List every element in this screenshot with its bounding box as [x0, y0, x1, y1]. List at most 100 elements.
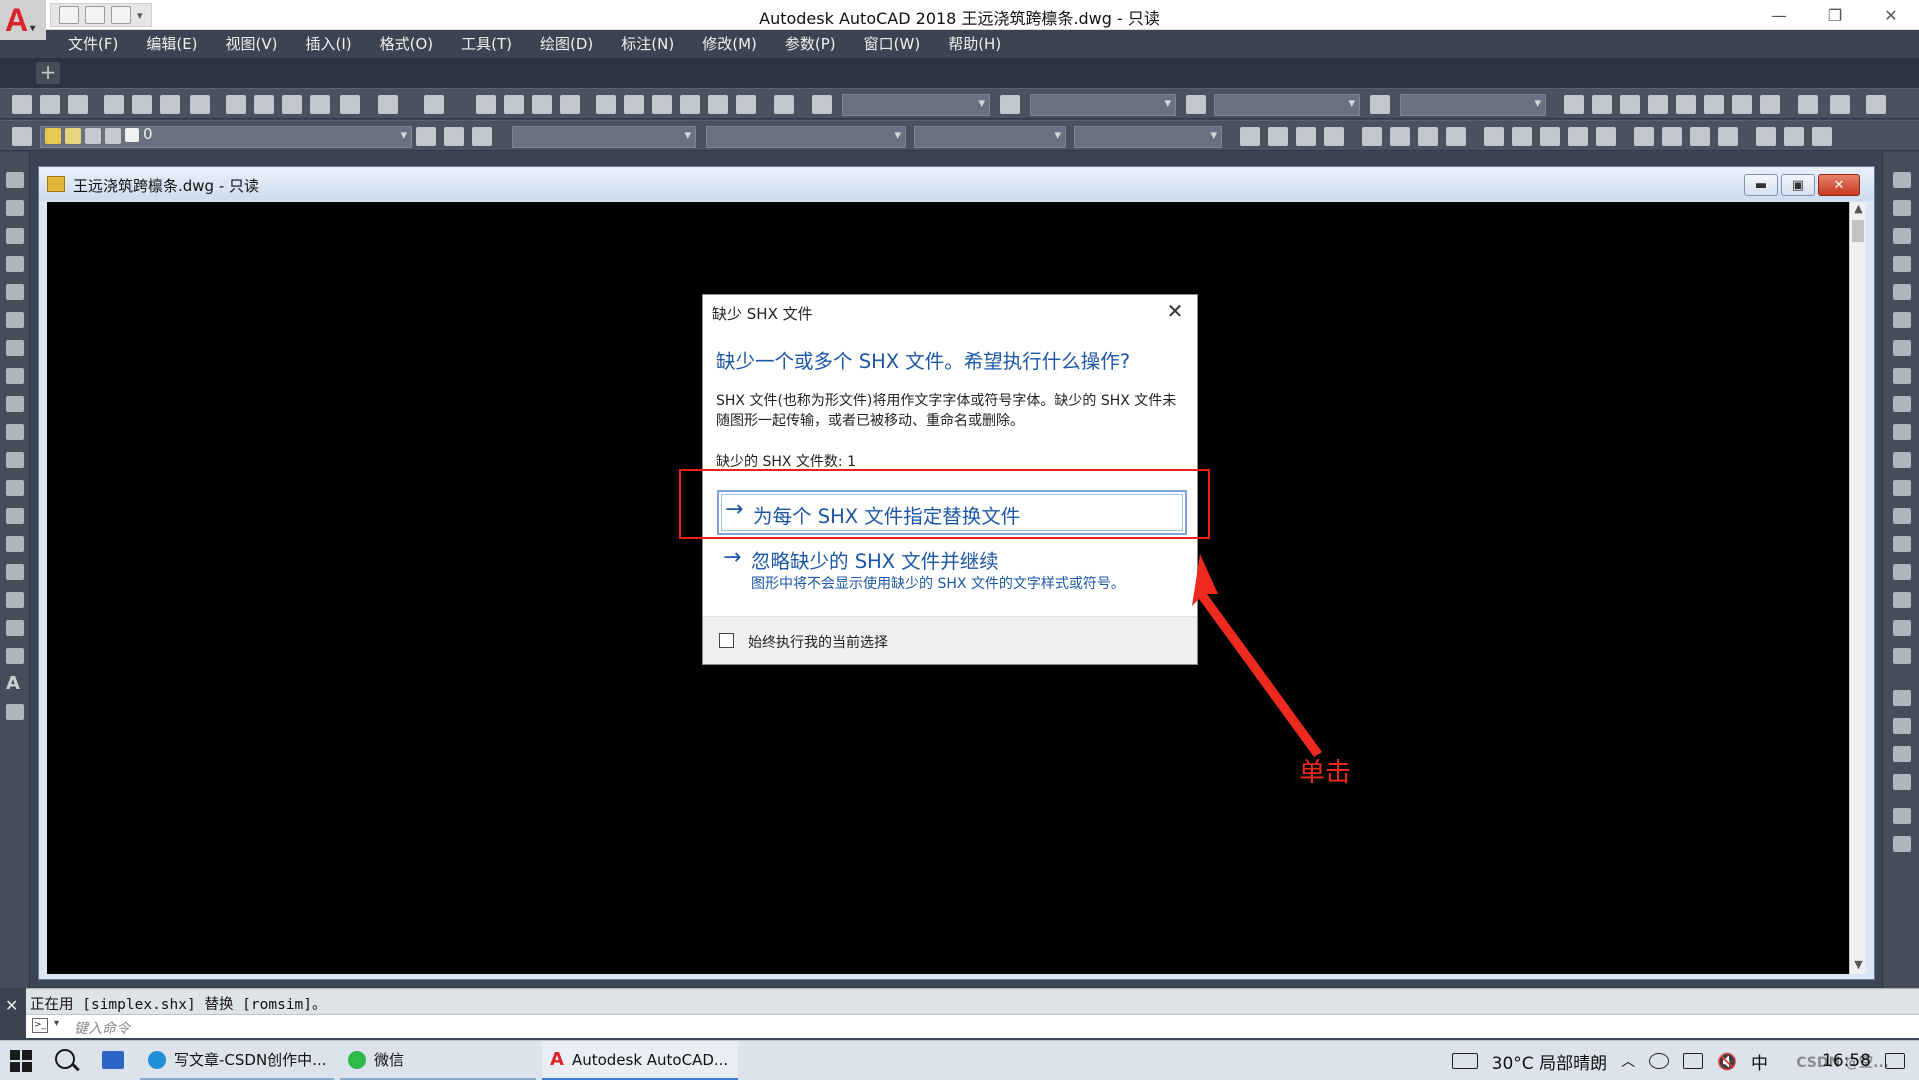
- extend-icon[interactable]: [1893, 452, 1911, 468]
- match-properties-icon[interactable]: [340, 95, 360, 114]
- fillet-icon[interactable]: [1893, 592, 1911, 608]
- menu-help[interactable]: 帮助(H): [936, 30, 1013, 58]
- command-line[interactable]: >_ ▾ 键入命令: [0, 1014, 1919, 1038]
- dialog-close-icon[interactable]: ✕: [1163, 299, 1187, 323]
- copy-icon[interactable]: [254, 95, 274, 114]
- mleader-icon[interactable]: [1830, 95, 1850, 114]
- draw-order-back-icon[interactable]: [1893, 718, 1911, 734]
- menu-dimension[interactable]: 标注(N): [609, 30, 686, 58]
- hatch-icon[interactable]: [6, 564, 24, 580]
- vertical-scrollbar[interactable]: ▲ ▼: [1849, 202, 1866, 974]
- menu-parametric[interactable]: 参数(P): [773, 30, 848, 58]
- text-scale-icon[interactable]: [1620, 95, 1640, 114]
- sheet-set-icon[interactable]: [680, 95, 700, 114]
- zoom-previous-icon[interactable]: [560, 95, 580, 114]
- menu-format[interactable]: 格式(O): [368, 30, 446, 58]
- quickcalc-icon[interactable]: [736, 95, 756, 114]
- dim-style-select[interactable]: [1030, 94, 1176, 116]
- mleader-style-icon[interactable]: [1370, 95, 1390, 114]
- quick-dim-icon[interactable]: [1484, 127, 1504, 146]
- ellipse-icon[interactable]: [6, 424, 24, 440]
- text-frame-icon[interactable]: [1732, 95, 1752, 114]
- spline-icon[interactable]: [6, 396, 24, 412]
- zoom-window-icon[interactable]: [532, 95, 552, 114]
- menu-file[interactable]: 文件(F): [56, 30, 130, 58]
- baseline-dim-icon[interactable]: [1512, 127, 1532, 146]
- 3d-print-icon[interactable]: [190, 95, 210, 114]
- open-icon[interactable]: [40, 95, 60, 114]
- jogged-dim-icon[interactable]: [1390, 127, 1410, 146]
- layer-thaw-sun-icon[interactable]: [65, 128, 81, 144]
- command-close-icon[interactable]: ✕: [5, 996, 18, 1015]
- drawing-maximize-icon[interactable]: ▣: [1781, 174, 1815, 196]
- diameter-dim-icon[interactable]: [1418, 127, 1438, 146]
- menu-insert[interactable]: 插入(I): [294, 30, 364, 58]
- chevron-up-icon[interactable]: ︿: [1621, 1051, 1635, 1071]
- network-icon[interactable]: [1683, 1053, 1704, 1069]
- chamfer-icon[interactable]: [1893, 564, 1911, 580]
- plot-style-select[interactable]: [1074, 126, 1222, 148]
- circle-icon[interactable]: [6, 340, 24, 356]
- drawing-close-icon[interactable]: ✕: [1818, 174, 1860, 196]
- make-block-icon[interactable]: [6, 508, 24, 524]
- cut-icon[interactable]: [226, 95, 246, 114]
- move-icon[interactable]: [1893, 312, 1911, 328]
- angular-dim-icon[interactable]: [1446, 127, 1466, 146]
- table-icon[interactable]: [1798, 95, 1818, 114]
- add-selected-icon[interactable]: [6, 704, 24, 720]
- minimize-icon[interactable]: —: [1751, 0, 1807, 30]
- layer-isolate-icon[interactable]: [472, 127, 492, 146]
- text-style-select[interactable]: [842, 94, 990, 116]
- ordinate-dim-icon[interactable]: [1324, 127, 1344, 146]
- menu-window[interactable]: 窗口(W): [852, 30, 933, 58]
- aligned-dim-icon[interactable]: [1268, 127, 1288, 146]
- stretch-icon[interactable]: [1893, 396, 1911, 412]
- join-icon[interactable]: [1893, 536, 1911, 552]
- properties-icon[interactable]: [596, 95, 616, 114]
- linear-dim-icon[interactable]: [1240, 127, 1260, 146]
- windows-start-icon[interactable]: [10, 1050, 32, 1072]
- copy-object-icon[interactable]: [1893, 200, 1911, 216]
- linetype-select[interactable]: [706, 126, 906, 148]
- menu-view[interactable]: 视图(V): [214, 30, 290, 58]
- scroll-up-icon[interactable]: ▲: [1850, 202, 1867, 218]
- layer-on-bulb-icon[interactable]: [45, 128, 61, 144]
- send-under-icon[interactable]: [1893, 774, 1911, 790]
- save-icon[interactable]: [68, 95, 88, 114]
- text-edit-icon[interactable]: [1592, 95, 1612, 114]
- markup-icon[interactable]: [708, 95, 728, 114]
- weather-text[interactable]: 30°C 局部晴朗: [1492, 1049, 1607, 1074]
- insert-block-icon[interactable]: [6, 480, 24, 496]
- blend-curves-icon[interactable]: [1893, 620, 1911, 636]
- break-at-point-icon[interactable]: [1893, 480, 1911, 496]
- extra-toolbar-icon[interactable]: [1866, 95, 1886, 114]
- taskbar-item-wechat[interactable]: 微信: [340, 1041, 536, 1080]
- erase-icon[interactable]: [1893, 172, 1911, 188]
- always-do-label[interactable]: 始终执行我的当前选择: [748, 632, 888, 652]
- region-icon[interactable]: [6, 620, 24, 636]
- dim-break-icon[interactable]: [1596, 127, 1616, 146]
- dimedit-icon[interactable]: [1756, 127, 1776, 146]
- security-icon[interactable]: [1649, 1053, 1670, 1069]
- pan-icon[interactable]: [476, 95, 496, 114]
- scroll-thumb[interactable]: [1852, 220, 1864, 242]
- volume-muted-icon[interactable]: 🔇: [1717, 1052, 1737, 1071]
- command-prompt-icon[interactable]: >_: [32, 1018, 48, 1033]
- plot-icon[interactable]: [104, 95, 124, 114]
- layer-viewport-icon[interactable]: [85, 128, 101, 144]
- hatch-to-back-icon[interactable]: [1893, 836, 1911, 852]
- search-icon[interactable]: [55, 1049, 75, 1069]
- multiline-text-icon[interactable]: A: [6, 675, 24, 693]
- ignore-missing-option[interactable]: → 忽略缺少的 SHX 文件并继续 图形中将不会显示使用缺少的 SHX 文件的文…: [717, 543, 1187, 593]
- text-justify-icon[interactable]: [1704, 95, 1724, 114]
- rotate-icon[interactable]: [1893, 340, 1911, 356]
- polyline-icon[interactable]: [6, 228, 24, 244]
- dim-space-icon[interactable]: [1568, 127, 1588, 146]
- menu-edit[interactable]: 编辑(E): [134, 30, 209, 58]
- command-dropdown-icon[interactable]: ▾: [54, 1018, 59, 1029]
- design-center-icon[interactable]: [624, 95, 644, 114]
- color-select[interactable]: [512, 126, 696, 148]
- array-icon[interactable]: [1893, 284, 1911, 300]
- mirror-icon[interactable]: [1893, 228, 1911, 244]
- jogged-linear-icon[interactable]: [1718, 127, 1738, 146]
